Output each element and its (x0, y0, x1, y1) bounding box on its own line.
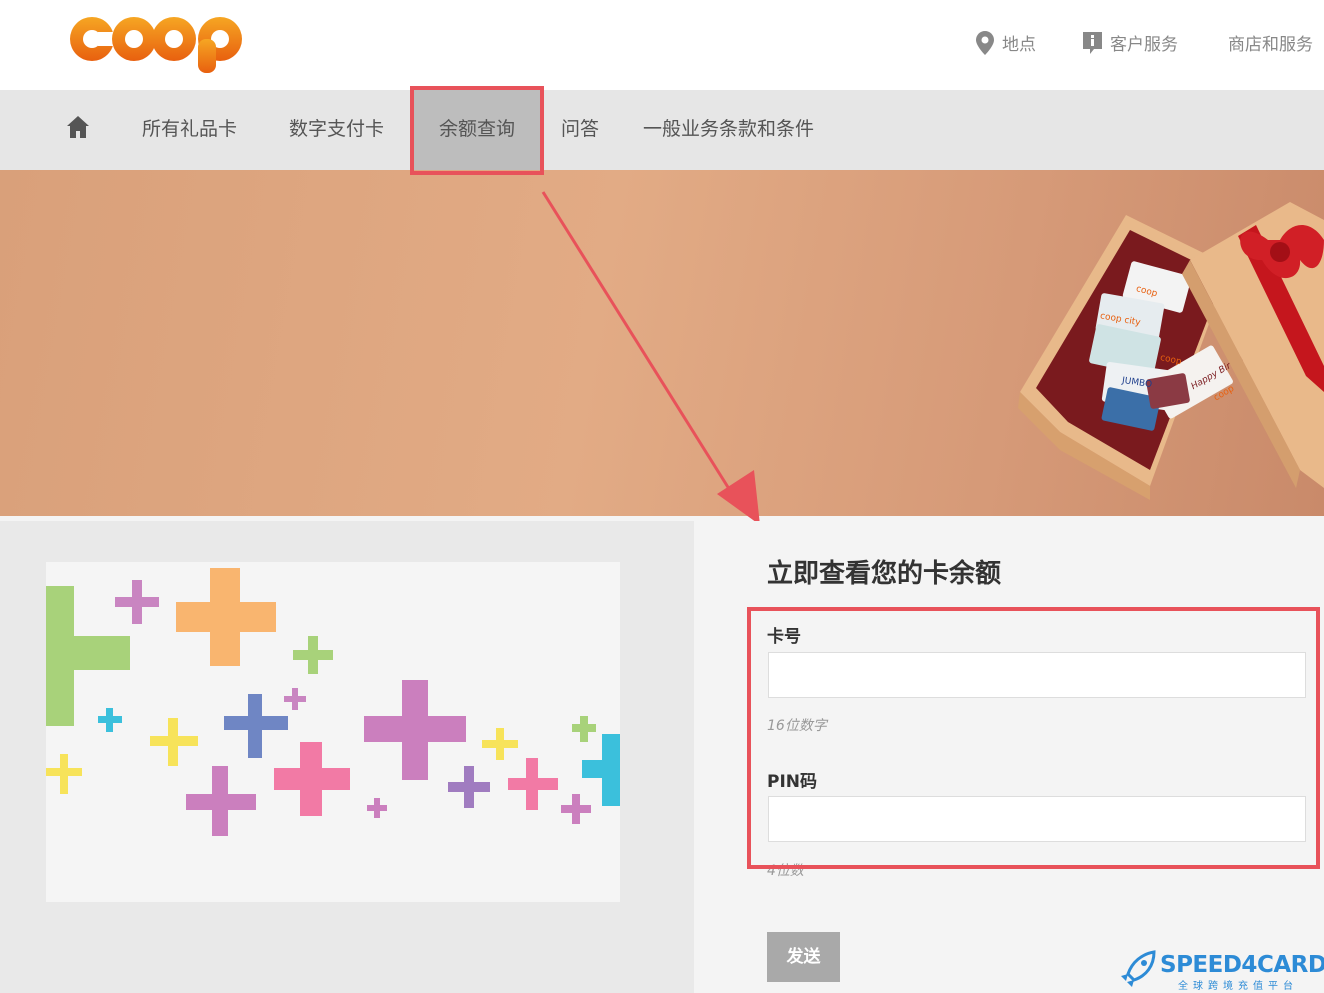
gift-card-image (46, 562, 620, 902)
location-pin-icon (976, 30, 994, 55)
nav-item-terms[interactable]: 一般业务条款和条件 (643, 90, 814, 170)
coop-logo[interactable] (62, 6, 262, 76)
plus-pattern-graphic (46, 568, 620, 836)
gift-box-image: coop coop city coop JUMBO Happy Birthday… (1018, 202, 1324, 500)
submit-button[interactable]: 发送 (767, 932, 840, 982)
watermark: SPEED4CARD 全球跨境充值平台 (1118, 950, 1324, 993)
utility-link-customer-service[interactable]: 客户服务 (1083, 30, 1178, 55)
nav-item-label: 所有礼品卡 (142, 118, 238, 140)
nav-item-label: 问答 (561, 118, 600, 140)
nav-item-label: 数字支付卡 (289, 118, 385, 140)
form-title: 立即查看您的卡余额 (767, 559, 1002, 589)
home-icon[interactable] (66, 115, 90, 139)
main-nav: 所有礼品卡 数字支付卡 余额查询 问答 一般业务条款和条件 (0, 90, 1324, 170)
watermark-subtext: 全球跨境充值平台 (1178, 981, 1298, 992)
utility-link-locations[interactable]: 地点 (976, 30, 1036, 55)
nav-item-all-gift-cards[interactable]: 所有礼品卡 (142, 90, 237, 170)
nav-item-label: 一般业务条款和条件 (643, 118, 815, 140)
utility-link-label: 客户服务 (1110, 35, 1178, 55)
nav-item-digital-cards[interactable]: 数字支付卡 (289, 90, 384, 170)
hero-banner: coop coop city coop JUMBO Happy Birthday… (0, 170, 1324, 516)
info-icon (1083, 31, 1102, 54)
rocket-icon (1121, 950, 1156, 987)
highlight-box-form-fields (747, 607, 1320, 869)
site-header: 地点 客户服务 商店和服务 (0, 0, 1324, 90)
nav-item-faq[interactable]: 问答 (561, 90, 599, 170)
highlight-box-balance-tab (410, 86, 544, 175)
utility-link-label: 地点 (1002, 35, 1036, 55)
utility-link-stores-services[interactable]: 商店和服务 (1228, 30, 1313, 55)
watermark-text: SPEED4CARD (1160, 952, 1324, 978)
utility-link-label: 商店和服务 (1228, 35, 1313, 55)
